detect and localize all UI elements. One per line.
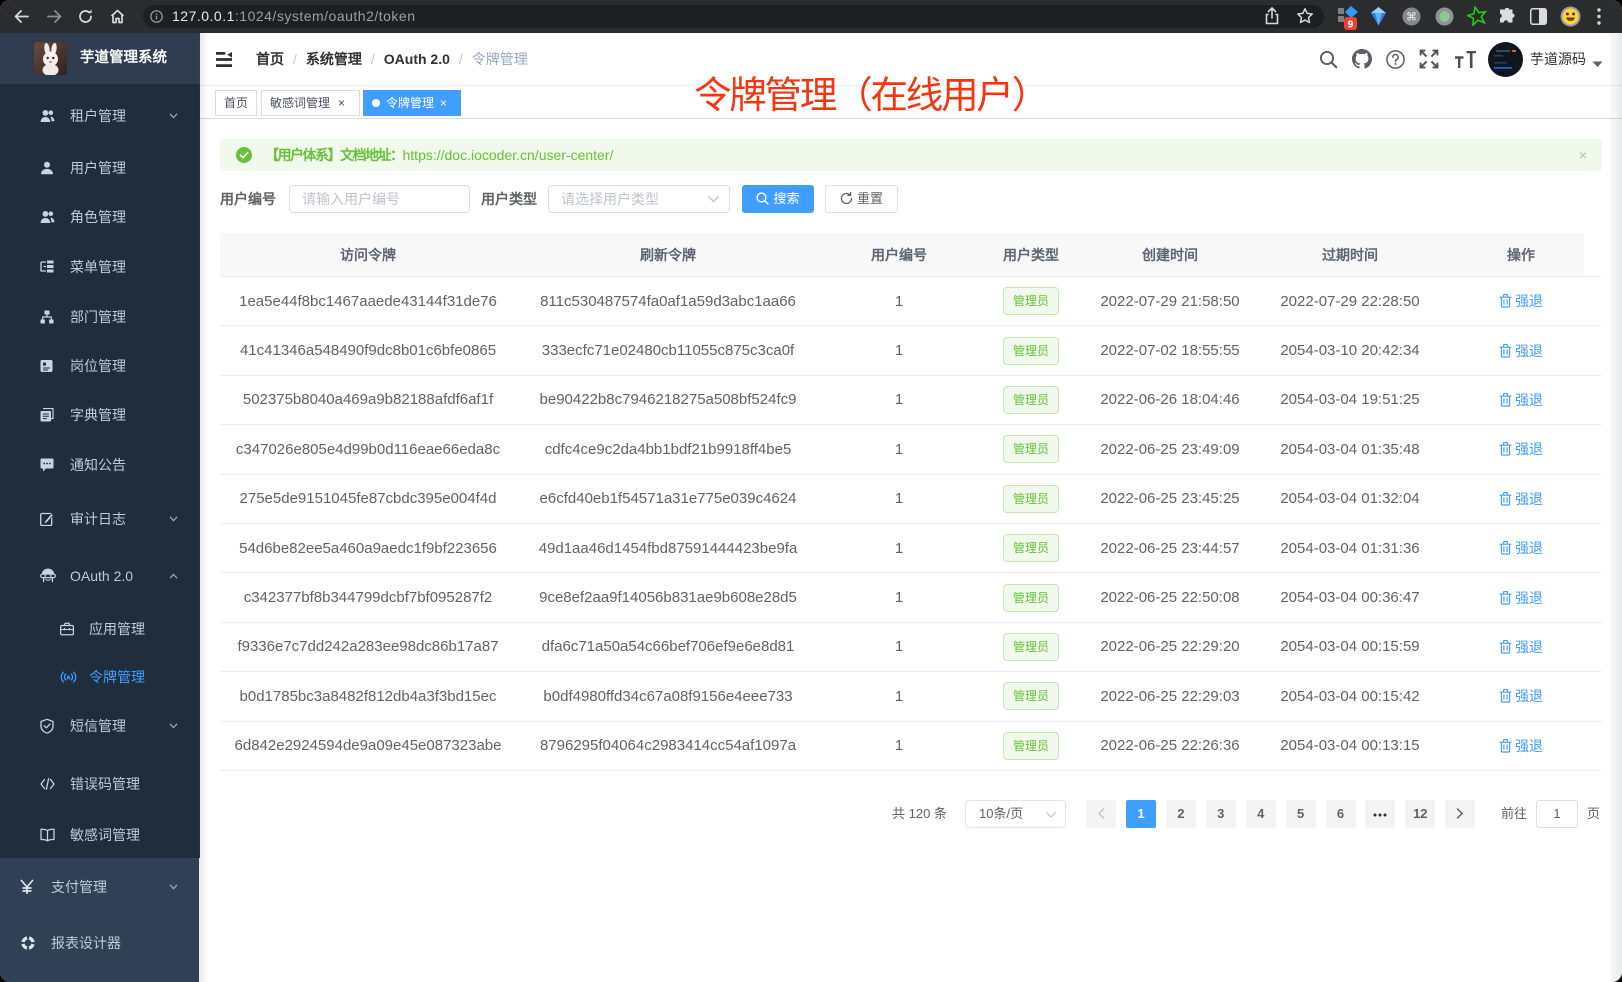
svg-text:⌘: ⌘ [1406, 12, 1417, 24]
svg-text:9: 9 [1348, 20, 1354, 31]
